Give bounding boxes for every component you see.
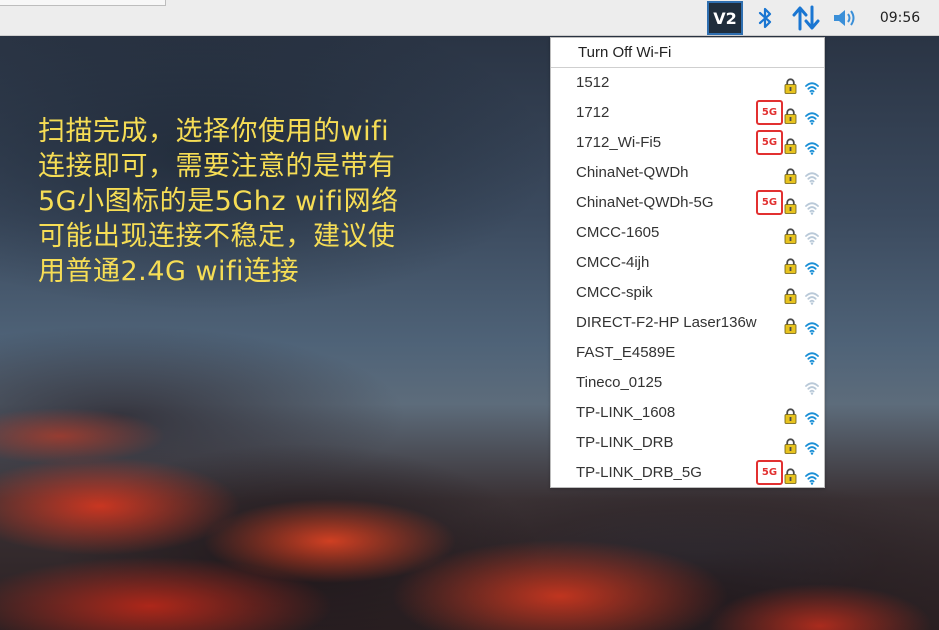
wifi-signal-icon (805, 466, 819, 485)
wifi-signal-icon (805, 76, 819, 95)
wifi-network-item[interactable]: CMCC-4ijh (551, 248, 824, 278)
network-name: ChinaNet-QWDh-5G (576, 194, 714, 211)
lock-icon (784, 195, 797, 214)
wifi-signal-icon (805, 406, 819, 425)
network-list: 1512 1712 5G 1712_Wi-Fi5 5G ChinaNet-QWDh Chin… (551, 68, 824, 488)
caption-line: 连接即可，需要注意的是带有 (38, 151, 396, 182)
wifi-network-item[interactable]: TP-LINK_1608 (551, 398, 824, 428)
vnc-icon[interactable]: V2 (707, 1, 743, 35)
wifi-network-item[interactable]: ChinaNet-QWDh (551, 158, 824, 188)
wifi-network-item[interactable]: 1712 5G (551, 98, 824, 128)
network-name: 1712_Wi-Fi5 (576, 134, 662, 151)
volume-icon[interactable] (830, 0, 860, 36)
wifi-signal-icon (805, 136, 819, 155)
wifi-network-item[interactable]: DIRECT-F2-HP Laser136w (551, 308, 824, 338)
network-name: DIRECT-F2-HP Laser136w (576, 314, 757, 331)
window-edge (0, 0, 166, 6)
network-name: 1512 (576, 74, 610, 91)
network-name: TP-LINK_DRB (576, 434, 674, 451)
lock-icon (784, 285, 797, 304)
network-name: CMCC-spik (576, 284, 653, 301)
network-name: FAST_E4589E (576, 344, 676, 361)
network-name: 1712 (576, 104, 610, 121)
wifi-network-item[interactable]: Tineco_0125 (551, 368, 824, 398)
top-panel: V2 09:56 (0, 0, 939, 36)
wifi-signal-icon (805, 436, 819, 455)
badge-5g-icon: 5G (756, 130, 783, 155)
network-name: ChinaNet-QWDh (576, 164, 689, 181)
instruction-caption: 扫描完成，选择你使用的wifi 连接即可，需要注意的是带有 5G小图标的是5Gh… (38, 114, 538, 289)
network-name: CMCC-4ijh (576, 254, 650, 271)
turn-off-wifi-item[interactable]: Turn Off Wi-Fi (551, 38, 824, 68)
wifi-signal-icon (805, 106, 819, 125)
network-name: Tineco_0125 (576, 374, 663, 391)
badge-5g-icon: 5G (756, 460, 783, 485)
lock-icon (784, 315, 797, 334)
wifi-signal-icon (805, 346, 819, 365)
network-name: TP-LINK_DRB_5G (576, 464, 702, 481)
badge-5g-icon: 5G (756, 190, 783, 215)
wifi-network-item[interactable]: 1512 (551, 68, 824, 98)
lock-icon (784, 255, 797, 274)
wifi-network-item[interactable]: CMCC-spik (551, 278, 824, 308)
lock-icon (784, 105, 797, 124)
wifi-signal-icon (805, 226, 819, 245)
wifi-signal-icon (805, 316, 819, 335)
clock[interactable]: 09:56 (866, 0, 934, 36)
network-name: CMCC-1605 (576, 224, 660, 241)
lock-icon (784, 135, 797, 154)
vnc-label: V2 (713, 8, 737, 28)
wifi-signal-icon (805, 376, 819, 395)
wifi-network-item[interactable]: TP-LINK_DRB_5G 5G (551, 458, 824, 488)
caption-line: 用普通2.4G wifi连接 (38, 256, 300, 287)
network-name: TP-LINK_1608 (576, 404, 676, 421)
caption-line: 可能出现连接不稳定，建议使 (38, 221, 396, 252)
caption-line: 5G小图标的是5Ghz wifi网络 (38, 186, 399, 217)
wifi-network-item[interactable]: CMCC-1605 (551, 218, 824, 248)
wifi-network-item[interactable]: TP-LINK_DRB (551, 428, 824, 458)
wifi-signal-icon (805, 286, 819, 305)
lock-icon (784, 165, 797, 184)
lock-icon (784, 225, 797, 244)
caption-line: 扫描完成，选择你使用的wifi (38, 116, 390, 147)
wifi-signal-icon (805, 166, 819, 185)
wifi-menu: Turn Off Wi-Fi 1512 1712 5G 1712_Wi-Fi5 5G Ch… (550, 37, 825, 488)
lock-icon (784, 435, 797, 454)
lock-icon (784, 405, 797, 424)
wifi-signal-icon (805, 196, 819, 215)
wifi-network-item[interactable]: ChinaNet-QWDh-5G 5G (551, 188, 824, 218)
badge-5g-icon: 5G (756, 100, 783, 125)
wifi-network-item[interactable]: FAST_E4589E (551, 338, 824, 368)
lock-icon (784, 465, 797, 484)
lock-icon (784, 75, 797, 94)
bluetooth-icon[interactable] (752, 0, 778, 36)
network-transfer-icon[interactable] (790, 0, 822, 36)
wifi-signal-icon (805, 256, 819, 275)
wifi-network-item[interactable]: 1712_Wi-Fi5 5G (551, 128, 824, 158)
